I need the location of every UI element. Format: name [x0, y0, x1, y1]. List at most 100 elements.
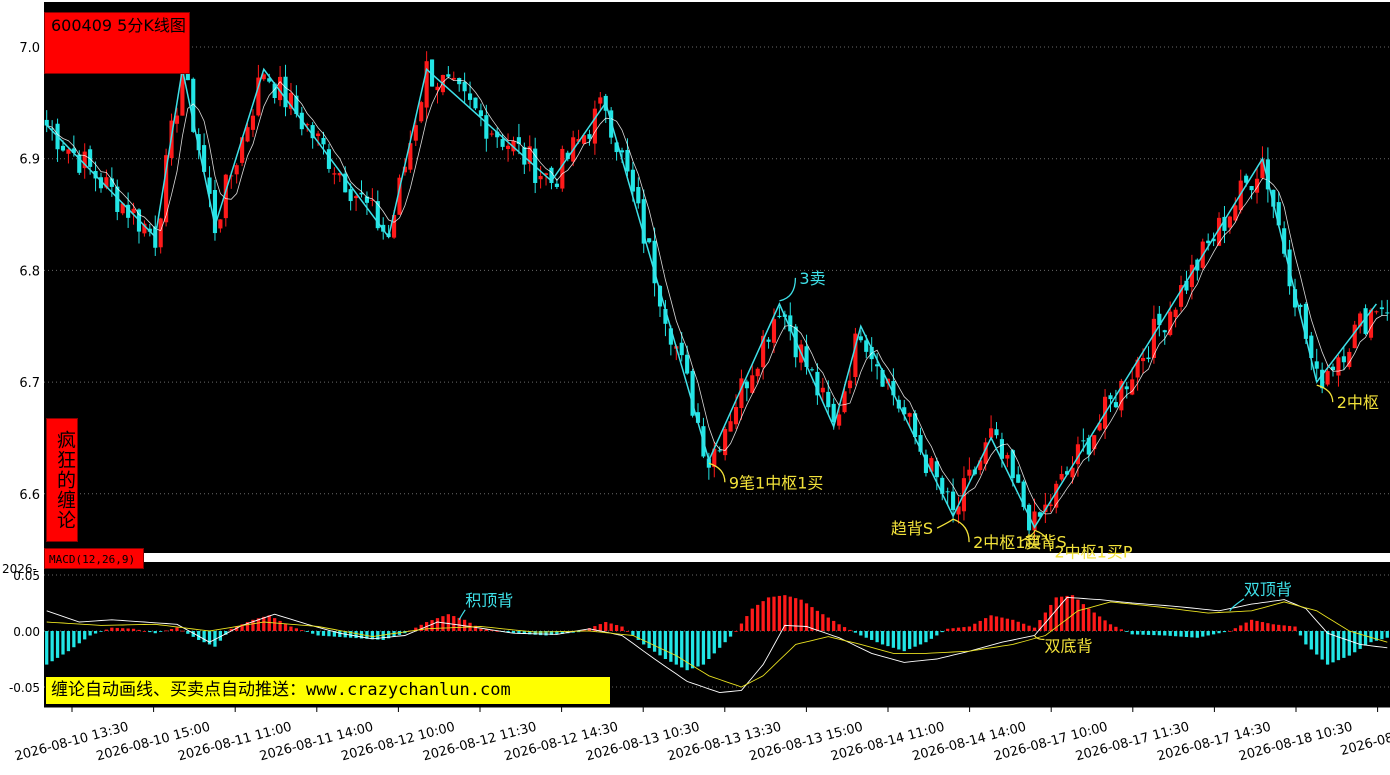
side-label: 疯狂的缠论: [46, 418, 78, 542]
candle-down: [875, 364, 880, 367]
macd-bar-neg: [1315, 631, 1319, 655]
macd-bar-neg: [853, 631, 858, 633]
macd-bar-pos: [446, 614, 450, 631]
candle-down: [500, 139, 505, 147]
price-tick-label: 6.6: [19, 488, 40, 503]
macd-bar-pos: [452, 616, 456, 631]
candle-down: [587, 134, 592, 139]
macd-bar-neg: [1163, 631, 1167, 636]
candle-up: [538, 176, 543, 180]
macd-bar-neg: [83, 631, 87, 640]
macd-bar-neg: [311, 631, 315, 634]
macd-bar-pos: [289, 626, 293, 631]
candle-up: [723, 429, 728, 456]
macd-bar-pos: [1287, 625, 1292, 631]
promo-text: 缠论自动画线、买卖点自动推送：: [51, 680, 306, 700]
macd-bar-neg: [1325, 631, 1330, 665]
candle-up: [1374, 311, 1379, 313]
price-tick-label: 6.8: [19, 264, 40, 279]
candle-up: [158, 218, 163, 248]
candle-up: [1352, 324, 1357, 349]
candle-up: [771, 319, 777, 343]
candle-down: [766, 339, 771, 342]
macd-bar-neg: [870, 631, 874, 640]
candle-down: [945, 491, 950, 493]
promo-url[interactable]: www.crazychanlun.com: [306, 680, 511, 700]
macd-bar-pos: [300, 630, 304, 631]
macd-bar-pos: [973, 623, 977, 631]
candle-up: [413, 125, 418, 141]
macd-bar-pos: [1228, 631, 1232, 632]
macd-bar-pos: [978, 620, 982, 631]
candle-down: [1379, 307, 1384, 310]
macd-bar-pos: [848, 629, 852, 631]
macd-bar-pos: [761, 601, 765, 631]
candle-up: [837, 414, 842, 426]
macd-bar-neg: [1190, 631, 1194, 638]
macd-bar-neg: [316, 631, 320, 636]
macd-bar-pos: [1011, 619, 1015, 631]
kline-chart: 7.06.96.86.76.60.050.00-0.052026-3卖9笔1中枢…: [2, 2, 1390, 764]
macd-bar-pos: [620, 626, 624, 631]
macd-bar-pos: [1070, 595, 1075, 631]
macd-bar-pos: [842, 627, 847, 631]
macd-bar-neg: [88, 631, 92, 636]
macd-bar-pos: [441, 616, 445, 631]
macd-bar-neg: [924, 631, 928, 643]
macd-bar-pos: [734, 631, 738, 632]
macd-bar-neg: [1195, 631, 1199, 638]
macd-bar-pos: [142, 631, 147, 632]
candle-down: [321, 137, 326, 145]
candle-up: [316, 133, 321, 137]
macd-bar-neg: [652, 631, 657, 652]
candle-down: [647, 238, 652, 243]
macd-bar-pos: [1249, 619, 1254, 631]
macd-bar-neg: [1353, 631, 1357, 653]
candle-down: [462, 81, 467, 92]
candle-down: [446, 74, 451, 77]
macd-bar-neg: [338, 631, 342, 637]
macd-bar-pos: [832, 620, 836, 631]
macd-bar-neg: [913, 631, 917, 647]
macd-bar-pos: [810, 607, 814, 631]
macd-bar-neg: [1298, 631, 1303, 636]
macd-bar-pos: [1282, 625, 1286, 631]
macd-bar-neg: [1304, 631, 1308, 645]
candle-down: [717, 450, 722, 452]
macd-bar-neg: [45, 631, 49, 665]
candle-up: [598, 97, 603, 104]
candle-up: [728, 421, 733, 432]
price-annotation: 3卖: [799, 269, 825, 288]
candle-down: [951, 491, 956, 511]
macd-bar-neg: [859, 631, 863, 636]
macd-bar-pos: [137, 629, 141, 631]
macd-bar-pos: [1081, 604, 1085, 631]
macd-bar-pos: [1103, 620, 1107, 631]
macd-bar-neg: [707, 631, 711, 659]
candle-up: [1059, 473, 1064, 480]
macd-bar-pos: [104, 629, 109, 631]
macd-annotation: 双顶背: [1244, 580, 1292, 599]
candle-down: [934, 461, 939, 478]
macd-bar-neg: [1135, 631, 1140, 635]
candle-down: [1314, 361, 1319, 369]
macd-bar-pos: [1119, 629, 1123, 631]
macd-bar-neg: [159, 631, 163, 632]
candle-up: [218, 219, 223, 229]
macd-bar-neg: [93, 631, 98, 634]
macd-bar-pos: [1000, 617, 1004, 631]
macd-bar-pos: [777, 595, 782, 631]
macd-tick-label: -0.05: [9, 681, 40, 695]
macd-bar-neg: [305, 631, 309, 632]
macd-bar-neg: [153, 631, 157, 634]
macd-bar-neg: [886, 631, 890, 647]
candle-up: [1336, 357, 1341, 376]
candle-up: [174, 115, 180, 124]
macd-bar-pos: [1076, 599, 1080, 631]
macd-bar-pos: [598, 624, 602, 631]
macd-label: MACD(12,26,9): [44, 548, 144, 569]
macd-bar-neg: [891, 631, 896, 648]
macd-bar-pos: [989, 615, 993, 631]
macd-bar-neg: [1309, 631, 1313, 650]
macd-bar-pos: [278, 620, 282, 631]
